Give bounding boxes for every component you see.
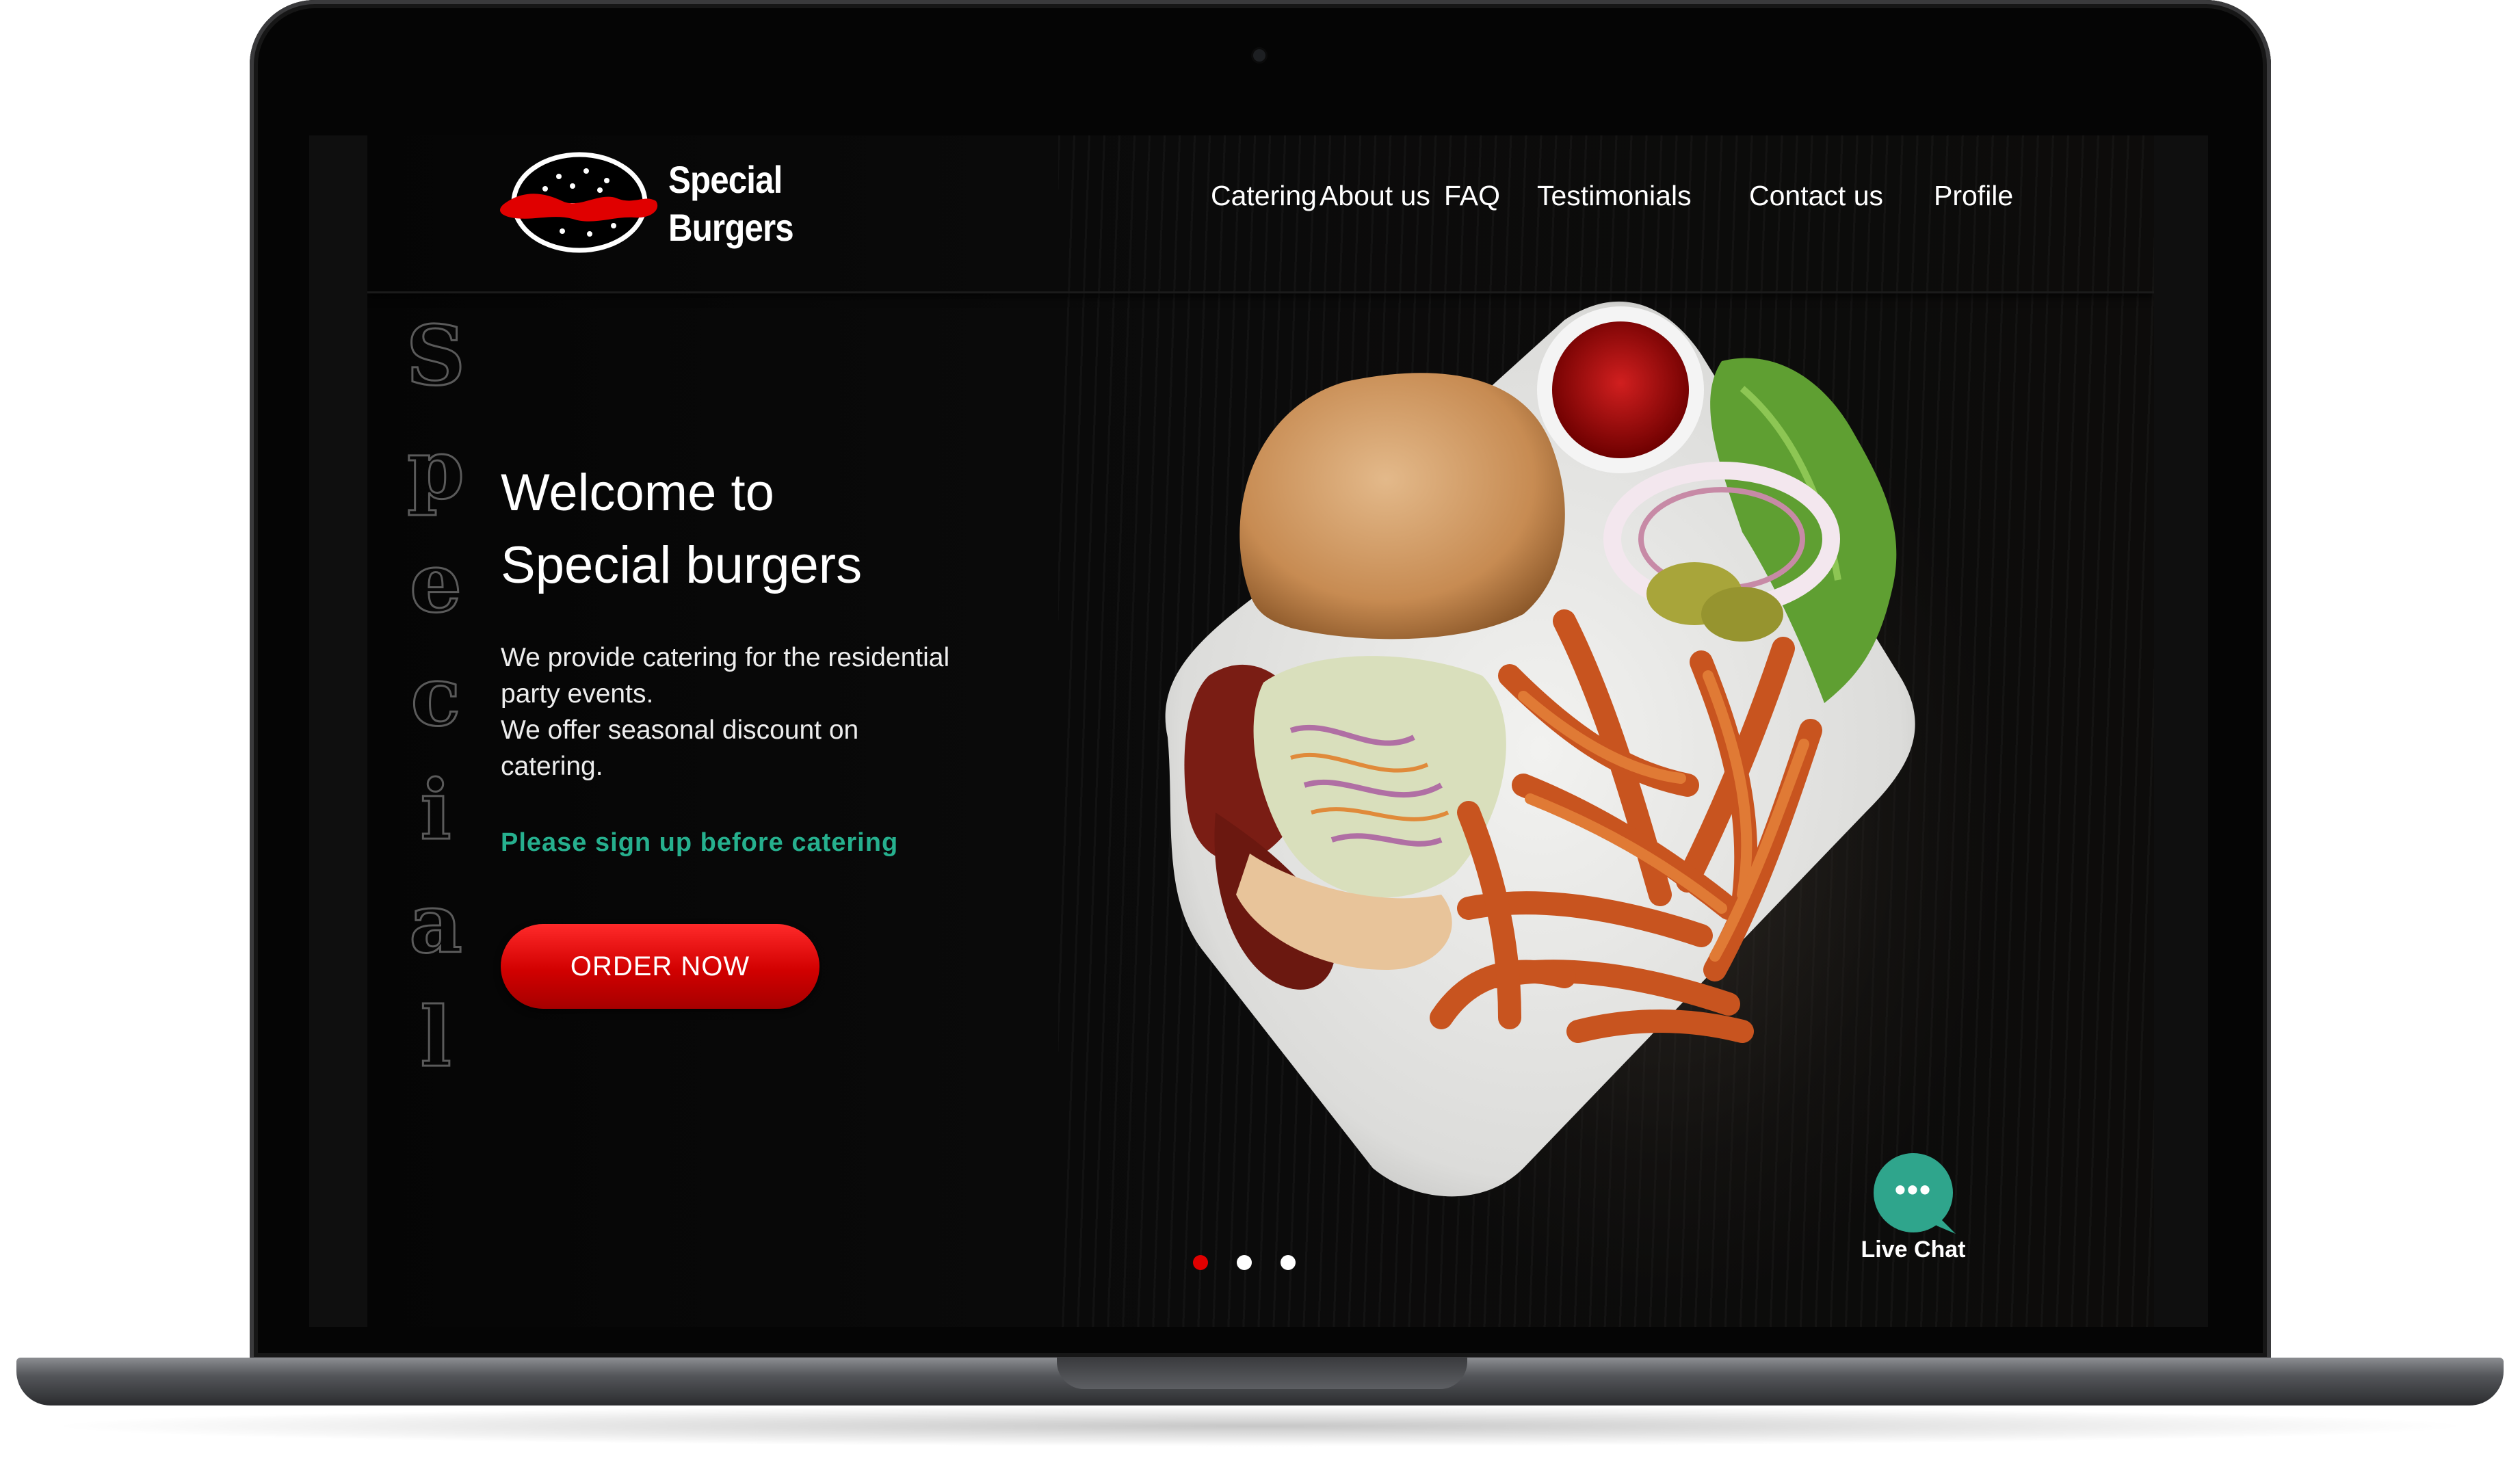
burger-plate-image	[1165, 301, 1915, 1197]
screen-left-edge	[309, 135, 367, 1327]
side-letter: S	[405, 307, 467, 406]
brand-name[interactable]: Special Burgers	[668, 156, 794, 252]
nav-contact-us[interactable]: Contact us	[1749, 175, 1883, 216]
screen-right-edge	[2150, 135, 2208, 1327]
hero-title-line-1: Welcome to	[501, 464, 774, 522]
signup-link[interactable]: Please sign up before catering	[501, 823, 898, 862]
chat-bubble-icon[interactable]: •••	[1874, 1153, 1953, 1232]
laptop-notch	[1057, 1358, 1467, 1389]
side-letter: c	[410, 648, 462, 746]
burger-bun	[1239, 373, 1565, 639]
decorative-vertical-word: S p e c i a l	[395, 300, 477, 1094]
nav-profile[interactable]: Profile	[1934, 175, 2013, 216]
live-chat-label[interactable]: Live Chat	[1860, 1237, 1967, 1263]
hero-description: We provide catering for the residential …	[501, 639, 1048, 784]
laptop-shadow	[41, 1405, 2479, 1447]
side-letter: e	[408, 534, 462, 633]
side-letter: a	[408, 875, 464, 973]
order-now-button[interactable]: ORDER NOW	[501, 924, 819, 1009]
site-header: Special Burgers Catering About us FAQ Te…	[367, 135, 2154, 293]
hero-desc-line: We provide catering for the residential	[501, 643, 950, 672]
nav-about-us[interactable]: About us	[1320, 175, 1430, 216]
side-letter: p	[406, 421, 466, 519]
chat-dots-icon: •••	[1894, 1172, 1932, 1207]
hero-title-line-2: Special burgers	[501, 536, 863, 594]
ketchup	[1552, 321, 1689, 458]
carousel-dot-1[interactable]	[1193, 1255, 1208, 1270]
laptop-camera	[1253, 49, 1265, 62]
carousel-dot-2[interactable]	[1237, 1255, 1252, 1270]
carousel-dot-3[interactable]	[1281, 1255, 1296, 1270]
brand-line-1: Special	[668, 158, 783, 201]
hero-desc-line: party events.	[501, 679, 654, 709]
side-letter: l	[419, 988, 453, 1087]
brand-line-2: Burgers	[668, 206, 794, 249]
nav-faq[interactable]: FAQ	[1444, 175, 1500, 216]
website-page: Special Burgers Catering About us FAQ Te…	[367, 135, 2154, 1327]
laptop-screen: Special Burgers Catering About us FAQ Te…	[309, 135, 2208, 1327]
nav-catering[interactable]: Catering	[1211, 175, 1317, 216]
hero-desc-line: catering.	[501, 752, 603, 781]
hero-title: Welcome to Special burgers	[501, 457, 1116, 602]
side-letter: i	[419, 761, 453, 860]
nav-testimonials[interactable]: Testimonials	[1537, 175, 1692, 216]
hero-desc-line: We offer seasonal discount on	[501, 715, 859, 745]
